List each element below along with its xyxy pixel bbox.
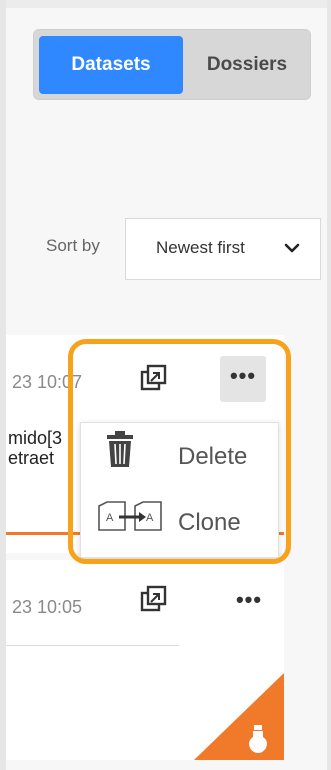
menu-item-delete[interactable]: Delete	[81, 427, 280, 489]
open-external-icon[interactable]	[139, 584, 169, 614]
open-external-icon[interactable]	[139, 363, 169, 393]
more-options-button[interactable]: •••	[226, 580, 272, 626]
menu-item-clone[interactable]: A A Clone	[81, 493, 280, 555]
clone-icon-letter: A	[146, 512, 154, 524]
top-bar	[0, 0, 331, 8]
chevron-down-icon	[284, 243, 300, 253]
menu-item-label: Clone	[178, 509, 241, 536]
card-divider	[6, 645, 179, 646]
card-timestamp: 23 10:05	[12, 597, 83, 617]
sort-label: Sort by	[46, 236, 100, 255]
sort-value: Newest first	[156, 238, 245, 257]
card-timestamp: 23 10:07	[12, 372, 83, 392]
more-options-button[interactable]: •••	[220, 356, 266, 402]
sort-dropdown[interactable]: Newest first	[125, 218, 321, 280]
tab-dossiers[interactable]: Dossiers	[189, 36, 305, 94]
flask-icon	[194, 673, 284, 760]
trash-icon	[107, 431, 133, 467]
card-title: mido[3 etraet	[8, 428, 63, 468]
context-menu: Delete A A Clone	[80, 422, 279, 558]
tab-datasets[interactable]: Datasets	[39, 36, 183, 94]
clone-icon: A A	[98, 501, 162, 531]
more-dots-icon: •••	[229, 363, 257, 388]
dataset-card[interactable]: 23 10:05 •••	[6, 560, 284, 760]
menu-item-label: Delete	[178, 443, 248, 470]
clone-icon-letter: A	[106, 512, 114, 524]
view-toggle: Datasets Dossiers	[33, 29, 311, 100]
right-edge	[327, 0, 331, 770]
more-dots-icon: •••	[235, 587, 263, 612]
